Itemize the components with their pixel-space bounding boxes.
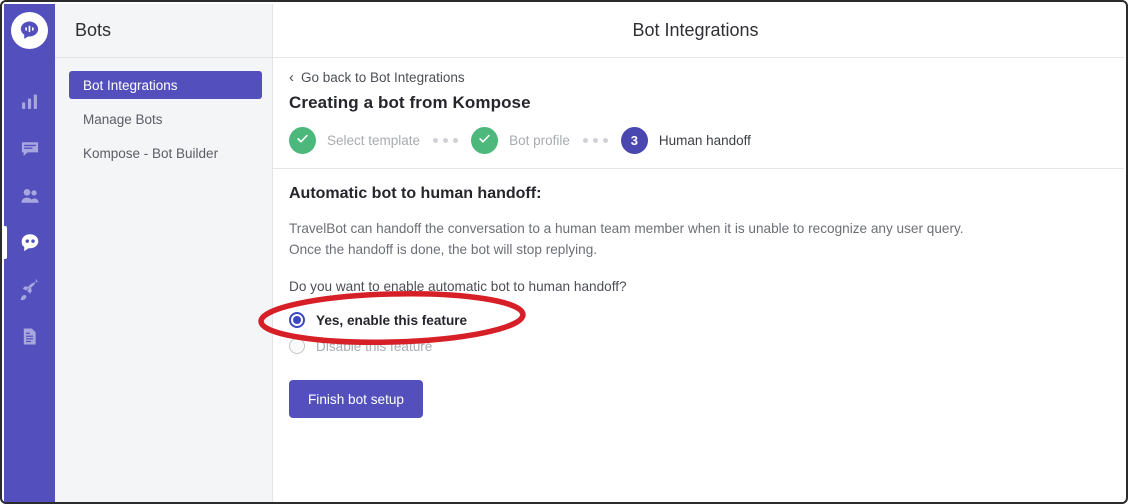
chat-bubble-waveform-logo-icon: [11, 11, 48, 49]
sidebar-item-label: Kompose - Bot Builder: [83, 145, 219, 161]
step-label: Human handoff: [658, 133, 751, 148]
finish-bot-setup-button[interactable]: Finish bot setup: [289, 380, 423, 418]
description-line-2: Once the handoff is done, the bot will s…: [289, 242, 598, 257]
back-link-label: Go back to Bot Integrations: [301, 70, 465, 85]
rail-item-bots[interactable]: [4, 219, 55, 266]
step-connector-dots: [582, 138, 608, 143]
sidebar-nav: Bot Integrations Manage Bots Kompose - B…: [55, 58, 272, 167]
check-icon: [477, 131, 492, 151]
step-human-handoff[interactable]: 3 Human handoff: [620, 127, 751, 154]
page-title: Bot Integrations: [632, 20, 759, 40]
radio-button-selected[interactable]: [289, 312, 305, 328]
handoff-radio-group: Yes, enable this feature Disable this fe…: [289, 307, 1124, 359]
handoff-settings-panel: Automatic bot to human handoff: TravelBo…: [273, 169, 1124, 418]
document-icon: [19, 326, 40, 347]
chat-message-icon: [19, 138, 41, 160]
check-icon: [295, 131, 310, 151]
sidebar: Bots Bot Integrations Manage Bots Kompos…: [55, 4, 273, 502]
wizard-heading: Creating a bot from Kompose: [289, 93, 531, 112]
rail-item-team[interactable]: [4, 172, 55, 219]
description-line-1: TravelBot can handoff the conversation t…: [289, 221, 964, 236]
rail-item-documents[interactable]: [4, 313, 55, 360]
main-content: Bot Integrations ‹ Go back to Bot Integr…: [273, 4, 1124, 502]
sidebar-item-bot-integrations[interactable]: Bot Integrations: [69, 71, 262, 99]
step-bot-profile[interactable]: Bot profile: [471, 127, 570, 154]
step-label: Bot profile: [509, 133, 570, 148]
sidebar-item-manage-bots[interactable]: Manage Bots: [69, 105, 262, 133]
wizard-header: ‹ Go back to Bot Integrations Creating a…: [273, 58, 1124, 154]
radio-option-label: Yes, enable this feature: [316, 312, 468, 328]
wizard-stepper: Select template Bot profile 3 Human hand…: [289, 127, 1124, 154]
section-description: TravelBot can handoff the conversation t…: [289, 218, 1049, 260]
radio-option-enable[interactable]: Yes, enable this feature: [289, 307, 467, 333]
bot-icon: [18, 231, 42, 255]
bar-chart-icon: [19, 91, 40, 112]
step-label: Select template: [327, 133, 421, 148]
chevron-left-icon: ‹: [289, 69, 294, 86]
sidebar-header: Bots: [55, 4, 272, 58]
rail-item-automations[interactable]: [4, 266, 55, 313]
rocket-icon: [19, 278, 41, 301]
sidebar-item-kompose-bot-builder[interactable]: Kompose - Bot Builder: [69, 139, 262, 167]
section-title: Automatic bot to human handoff:: [289, 185, 542, 202]
rail-item-conversations[interactable]: [4, 125, 55, 172]
users-icon: [19, 185, 41, 207]
radio-button-unselected[interactable]: [289, 338, 305, 354]
back-to-bot-integrations-link[interactable]: ‹ Go back to Bot Integrations: [289, 70, 465, 85]
sidebar-item-label: Manage Bots: [83, 111, 163, 127]
sidebar-title: Bots: [75, 20, 112, 40]
step-connector-dots: [433, 138, 459, 143]
step-status-bubble: [471, 127, 499, 154]
icon-rail: [4, 4, 55, 502]
app-logo[interactable]: [10, 10, 50, 50]
radio-option-label: Disable this feature: [316, 338, 433, 354]
radio-option-disable[interactable]: Disable this feature: [289, 333, 432, 359]
step-select-template[interactable]: Select template: [289, 127, 420, 154]
step-number: 3: [630, 133, 638, 148]
page-header: Bot Integrations: [273, 4, 1124, 58]
sidebar-item-label: Bot Integrations: [83, 77, 178, 93]
handoff-question: Do you want to enable automatic bot to h…: [289, 279, 627, 294]
rail-item-analytics[interactable]: [4, 78, 55, 125]
rail-item-list: [4, 78, 55, 360]
app-window: Bots Bot Integrations Manage Bots Kompos…: [0, 0, 1128, 504]
step-status-bubble: [289, 127, 316, 154]
step-status-bubble: 3: [620, 127, 648, 154]
